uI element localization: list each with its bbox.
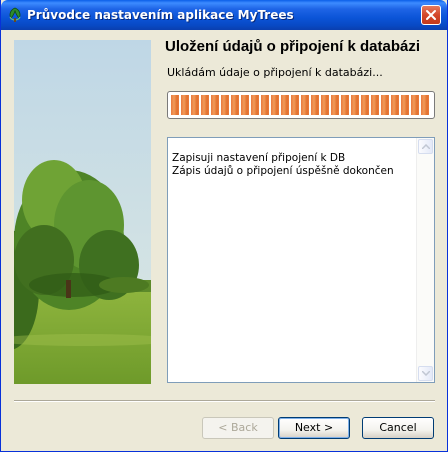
cancel-button[interactable]: Cancel — [362, 417, 434, 439]
log-textarea[interactable]: Zapisuji nastavení připojení k DB Zápis ú… — [167, 137, 435, 383]
page-title: Uložení údajů o připojení k databázi — [165, 38, 421, 55]
scroll-up-button[interactable] — [418, 139, 433, 154]
progress-fill — [171, 95, 431, 115]
log-line: Zapisuji nastavení připojení k DB — [172, 152, 346, 164]
close-icon — [426, 10, 436, 20]
button-separator — [14, 400, 435, 402]
log-line: Zápis údajů o připojení úspěšně dokončen — [172, 165, 394, 177]
title-bar[interactable]: Průvodce nastavením aplikace MyTrees — [1, 0, 447, 30]
wizard-window: Průvodce nastavením aplikace MyTrees Ulo… — [0, 0, 448, 452]
close-button[interactable] — [421, 5, 441, 25]
window-title: Průvodce nastavením aplikace MyTrees — [27, 8, 294, 22]
page-subtitle: Ukládám údaje o připojení k databázi... — [167, 66, 383, 79]
wizard-side-image — [14, 40, 151, 384]
progress-bar — [167, 91, 435, 119]
scroll-down-button[interactable] — [418, 366, 433, 381]
log-scrollbar[interactable] — [416, 138, 434, 382]
log-content: Zapisuji nastavení připojení k DB Zápis ú… — [172, 152, 416, 178]
chevron-up-icon — [422, 144, 430, 149]
next-button[interactable]: Next > — [278, 417, 350, 439]
back-button[interactable]: < Back — [202, 417, 274, 439]
chevron-down-icon — [422, 371, 430, 376]
tree-icon — [9, 7, 21, 22]
